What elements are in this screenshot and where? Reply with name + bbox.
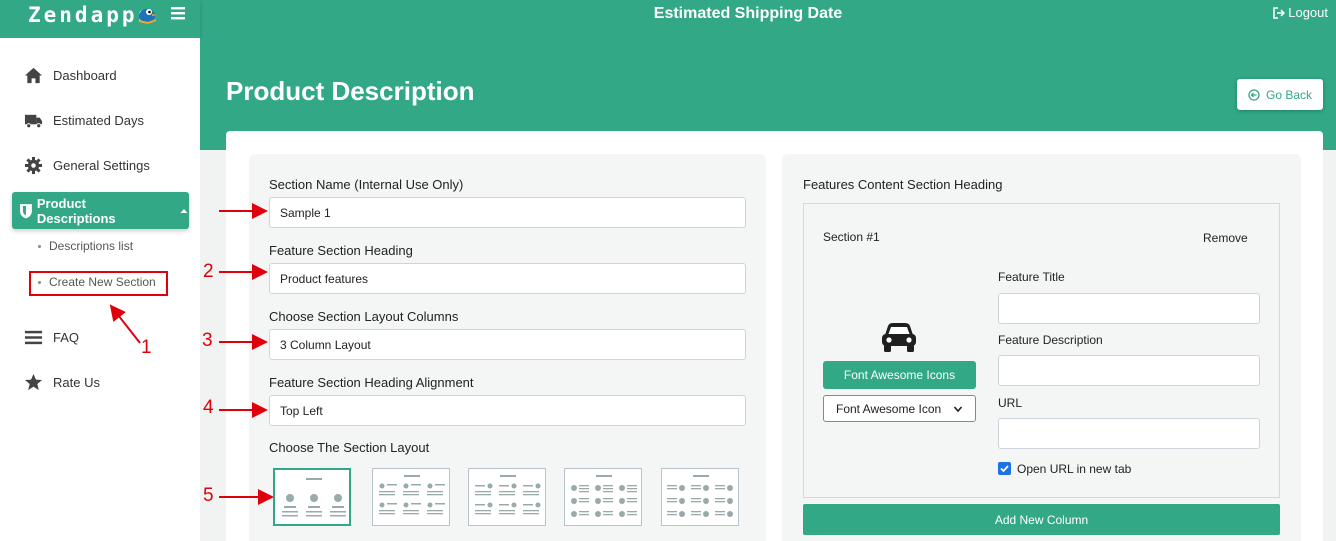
bullet-dot [38,244,41,248]
layout-preview-icon [667,475,733,517]
feature-description-input[interactable] [998,355,1260,386]
annotation-number-2: 2 [203,261,214,282]
features-heading: Features Content Section Heading [803,177,1003,192]
sidebar-item-rate-us[interactable]: Rate Us [24,373,100,392]
circle-arrow-left-icon [1248,88,1260,101]
section-name-label: Section Name (Internal Use Only) [269,177,464,192]
caret-up-icon [180,208,188,213]
hamburger-icon[interactable] [170,5,186,21]
feature-title-label: Feature Title [998,270,1065,284]
home-icon [24,67,43,84]
section-name-input[interactable] [269,197,746,228]
sidebar-item-label: Dashboard [53,68,117,83]
layout-preview-icon [282,478,346,517]
app-title: Estimated Shipping Date [653,5,843,22]
logout-button[interactable]: Logout [1273,5,1328,20]
sidebar-subitem-label: Descriptions list [49,239,134,253]
open-new-tab-checkbox[interactable] [998,462,1011,475]
bird-logo-icon [138,9,157,25]
gear-icon [24,156,43,175]
layout-preview-icon [475,475,541,515]
go-back-label: Go Back [1265,87,1313,102]
page-title: Product Description [226,76,475,106]
top-bar: Estimated Shipping Date Logout [0,0,1336,38]
shield-icon [19,203,32,218]
truck-icon [24,114,43,129]
list-icon [24,330,43,345]
layout-columns-select[interactable] [269,329,746,360]
icon-select-value: Font Awesome Icon [836,401,942,416]
annotation-number-5: 5 [203,485,214,506]
feature-heading-label: Feature Section Heading [269,243,413,258]
sidebar-item-faq[interactable]: FAQ [24,328,79,347]
sidebar-item-label: General Settings [53,158,150,173]
sidebar-item-general-settings[interactable]: General Settings [24,156,150,175]
sidebar-item-label: Estimated Days [53,113,145,128]
layout-option-3[interactable] [468,468,546,526]
add-new-column-button[interactable]: Add New Column [803,504,1280,535]
layout-preview-icon [379,475,445,515]
layout-preview-icon [571,475,637,517]
feature-section-card [803,203,1280,498]
sidebar-item-label: FAQ [53,330,80,345]
chevron-down-icon [953,405,963,412]
sidebar-item-label: Product Descriptions [36,195,116,226]
star-icon [24,373,43,391]
layout-option-5[interactable] [661,468,739,526]
feature-description-label: Feature Description [998,333,1103,347]
sidebar-item-label: Rate Us [53,375,100,390]
url-label: URL [998,396,1023,410]
sidebar-item-dashboard[interactable]: Dashboard [24,66,117,85]
layout-columns-label: Choose Section Layout Columns [269,309,459,324]
feature-heading-input[interactable] [269,263,746,294]
annotation-number-3: 3 [202,330,213,351]
logout-label: Logout [1288,5,1328,20]
sidebar-subitem-descriptions-list[interactable]: Descriptions list [38,239,133,253]
logo-area: Zendapps [0,0,200,38]
car-icon [882,323,916,352]
logout-icon [1273,6,1286,19]
layout-option-2[interactable] [372,468,450,526]
heading-alignment-label: Feature Section Heading Alignment [269,375,474,390]
feature-title-input[interactable] [998,293,1260,324]
logo-text: Zendapps [28,3,154,27]
annotation-number-1: 1 [141,337,152,358]
section-number-label: Section #1 [823,230,880,244]
check-icon [1000,465,1009,473]
font-awesome-icons-button[interactable]: Font Awesome Icons [823,361,976,389]
url-input[interactable] [998,418,1260,449]
icon-select[interactable]: Font Awesome Icon [823,395,976,422]
remove-section-link[interactable]: Remove [1203,231,1248,245]
annotation-number-4: 4 [203,397,214,418]
go-back-button[interactable]: Go Back [1237,79,1323,110]
sidebar-item-product-descriptions[interactable]: Product Descriptions [12,192,189,229]
layout-option-1[interactable] [273,468,351,526]
annotation-highlight-box [29,271,168,296]
layout-option-4[interactable] [564,468,642,526]
heading-alignment-select[interactable] [269,395,746,426]
section-layout-label: Choose The Section Layout [269,440,430,455]
open-new-tab-label: Open URL in new tab [1017,462,1132,476]
sidebar-item-estimated-days[interactable]: Estimated Days [24,111,144,130]
